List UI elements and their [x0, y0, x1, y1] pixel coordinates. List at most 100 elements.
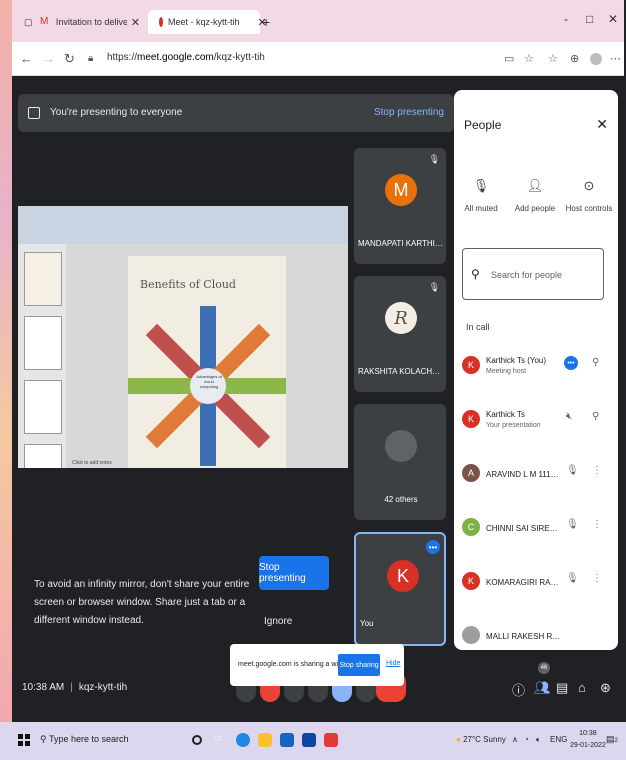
browser-window: ▢ M Invitation to deliver Lecture on ✕ M…	[12, 0, 624, 722]
person-name: Karthick Ts	[486, 410, 525, 419]
volume-icon[interactable]: 🔈︎	[536, 735, 541, 745]
pin-icon[interactable]: ⚲	[592, 357, 599, 368]
store-icon[interactable]	[280, 733, 294, 747]
maximize-button[interactable]: □	[586, 12, 593, 26]
menu-icon[interactable]: ⋯	[610, 52, 621, 65]
participant-tile[interactable]: 🎙︎ M MANDAPATI KARTHIKEYA ...	[354, 148, 446, 264]
collections-icon[interactable]: ☆	[548, 52, 558, 65]
others-count: 42 others	[384, 495, 418, 504]
list-item[interactable]: K Karthick Ts Your presentation 🔇︎ ⚲	[454, 398, 618, 444]
more-options-icon[interactable]: •••	[426, 540, 440, 554]
close-tab-icon[interactable]: ✕	[131, 16, 140, 29]
profile-avatar[interactable]	[590, 53, 602, 65]
close-icon[interactable]: ✕	[596, 116, 608, 133]
info-icon[interactable]: ⓘ	[512, 680, 525, 699]
stop-presenting-button[interactable]: Stop presenting	[259, 556, 329, 590]
language-indicator[interactable]: ENG	[550, 735, 567, 744]
person-role: Your presentation	[486, 422, 541, 429]
taskbar-search[interactable]: ⚲ Type here to search	[40, 734, 128, 745]
refresh-icon[interactable]: ↻	[64, 51, 75, 67]
more-vert-icon[interactable]: ⋮	[592, 519, 602, 530]
back-icon[interactable]: ←	[20, 51, 33, 66]
present-icon	[28, 107, 40, 119]
people-panel: People ✕ 🎙︎ All muted 👤︎ Add people ⊙ Ho…	[454, 90, 618, 650]
tab-label: Meet - kqz-kytt-tih	[168, 17, 240, 27]
stop-sharing-button[interactable]: Stop sharing	[338, 654, 380, 676]
more-vert-icon[interactable]: ⋮	[592, 465, 602, 476]
close-window-button[interactable]: ✕	[608, 12, 618, 26]
host-controls-button[interactable]: ⊙ Host controls	[562, 178, 616, 213]
minimize-button[interactable]: -	[564, 12, 568, 26]
list-item[interactable]: C CHINNI SAI SIREESHA 1119... 🎙︎ ⋮	[454, 506, 618, 552]
participant-tile[interactable]: 🎙︎ R RAKSHITA KOLACHALAM...	[354, 276, 446, 392]
tray-chevron-icon[interactable]: ∧	[512, 735, 518, 744]
self-tile[interactable]: ••• K You	[354, 532, 446, 646]
search-placeholder: Search for people	[491, 270, 563, 280]
more-vert-icon[interactable]: ⋮	[592, 573, 602, 584]
extensions-icon[interactable]: ⊕	[570, 52, 579, 65]
powerpoint-ribbon	[18, 206, 348, 244]
avatar: A	[462, 464, 480, 482]
hide-link[interactable]: Hide	[386, 660, 400, 667]
people-icon[interactable]: 👥︎	[534, 680, 551, 696]
speaker-off-icon[interactable]: 🔇︎	[566, 411, 572, 422]
avatar: C	[462, 518, 480, 536]
participant-count-badge: 46	[538, 662, 550, 674]
forward-icon[interactable]: →	[42, 51, 55, 66]
slide-thumbnails	[18, 244, 66, 468]
new-tab-button[interactable]: +	[256, 10, 276, 34]
tab-meet[interactable]: Meet - kqz-kytt-tih ✕	[148, 10, 267, 34]
search-people-input[interactable]: ⚲ Search for people	[462, 248, 604, 300]
avatar-group	[385, 430, 417, 462]
list-item[interactable]: A ARAVIND L M 11199M006 🎙︎ ⋮	[454, 452, 618, 498]
meeting-time: 10:38 AM	[22, 682, 65, 693]
participant-name: You	[360, 619, 374, 628]
favorite-icon[interactable]: ☆	[524, 52, 534, 65]
system-clock[interactable]: 10:38 29-01-2022	[570, 728, 606, 752]
cortana-icon[interactable]	[192, 735, 202, 745]
network-icon[interactable]: ◔	[524, 735, 529, 744]
list-item[interactable]: K Karthick Ts (You) Meeting host ••• ⚲	[454, 344, 618, 390]
add-people-button[interactable]: 👤︎ Add people	[508, 178, 562, 213]
ignore-button[interactable]: Ignore	[264, 616, 292, 627]
person-role: Meeting host	[486, 368, 527, 375]
unpin-icon[interactable]: ⚲	[592, 411, 599, 422]
edge-icon[interactable]	[236, 733, 250, 747]
all-muted-button[interactable]: 🎙︎ All muted	[454, 178, 508, 213]
list-item[interactable]: K KOMARAGIRI RAMYA SRI ... 🎙︎ ⋮	[454, 560, 618, 606]
more-options-icon[interactable]: •••	[564, 356, 578, 370]
list-item[interactable]: MALLI RAKESH REDDY 1...	[454, 614, 618, 650]
weather-widget[interactable]: ● 27°C Sunny	[456, 735, 506, 744]
tab-gmail[interactable]: M Invitation to deliver Lecture on ✕	[34, 10, 146, 34]
windows-start-icon[interactable]	[18, 734, 30, 746]
participant-name: MANDAPATI KARTHIKEYA ...	[358, 239, 444, 248]
slide-thumbnail	[24, 252, 62, 306]
mic-off-icon[interactable]: 🎙︎	[566, 573, 579, 584]
url-field[interactable]: https://meet.google.com/kqz-kytt-tih	[107, 52, 265, 63]
notification-icon[interactable]: ▤2	[606, 734, 618, 745]
action-label: Host controls	[565, 204, 613, 213]
meet-area: You're presenting to everyone Stop prese…	[12, 76, 624, 722]
slide-thumbnail	[24, 316, 62, 370]
stop-presenting-link[interactable]: Stop presenting	[374, 107, 444, 118]
mail-icon[interactable]	[302, 733, 316, 747]
mic-off-icon[interactable]: 🎙︎	[566, 519, 579, 530]
task-view-icon[interactable]: ⧉	[214, 733, 228, 747]
powerpoint-icon[interactable]	[324, 733, 338, 747]
lock-icon: 🔒︎	[88, 53, 94, 64]
clock-time: 10:38	[579, 730, 597, 737]
in-call-heading: In call	[466, 322, 490, 332]
mic-off-icon[interactable]: 🎙︎	[566, 465, 579, 476]
others-tile[interactable]: 42 others	[354, 404, 446, 520]
address-bar: ← → ↻ 🔒︎ https://meet.google.com/kqz-kyt…	[12, 42, 624, 76]
slide-thumbnail	[24, 380, 62, 434]
host-controls-icon[interactable]: ⊛	[600, 680, 611, 696]
desktop-background	[0, 0, 12, 722]
chat-icon[interactable]: ▤	[556, 680, 568, 696]
avatar: M	[385, 174, 417, 206]
camera-icon[interactable]: ▭	[504, 52, 514, 65]
file-explorer-icon[interactable]	[258, 733, 272, 747]
meeting-code: kqz-kytt-tih	[78, 682, 128, 693]
add-person-icon: 👤︎	[526, 178, 544, 193]
activities-icon[interactable]: ⌂	[578, 680, 586, 695]
